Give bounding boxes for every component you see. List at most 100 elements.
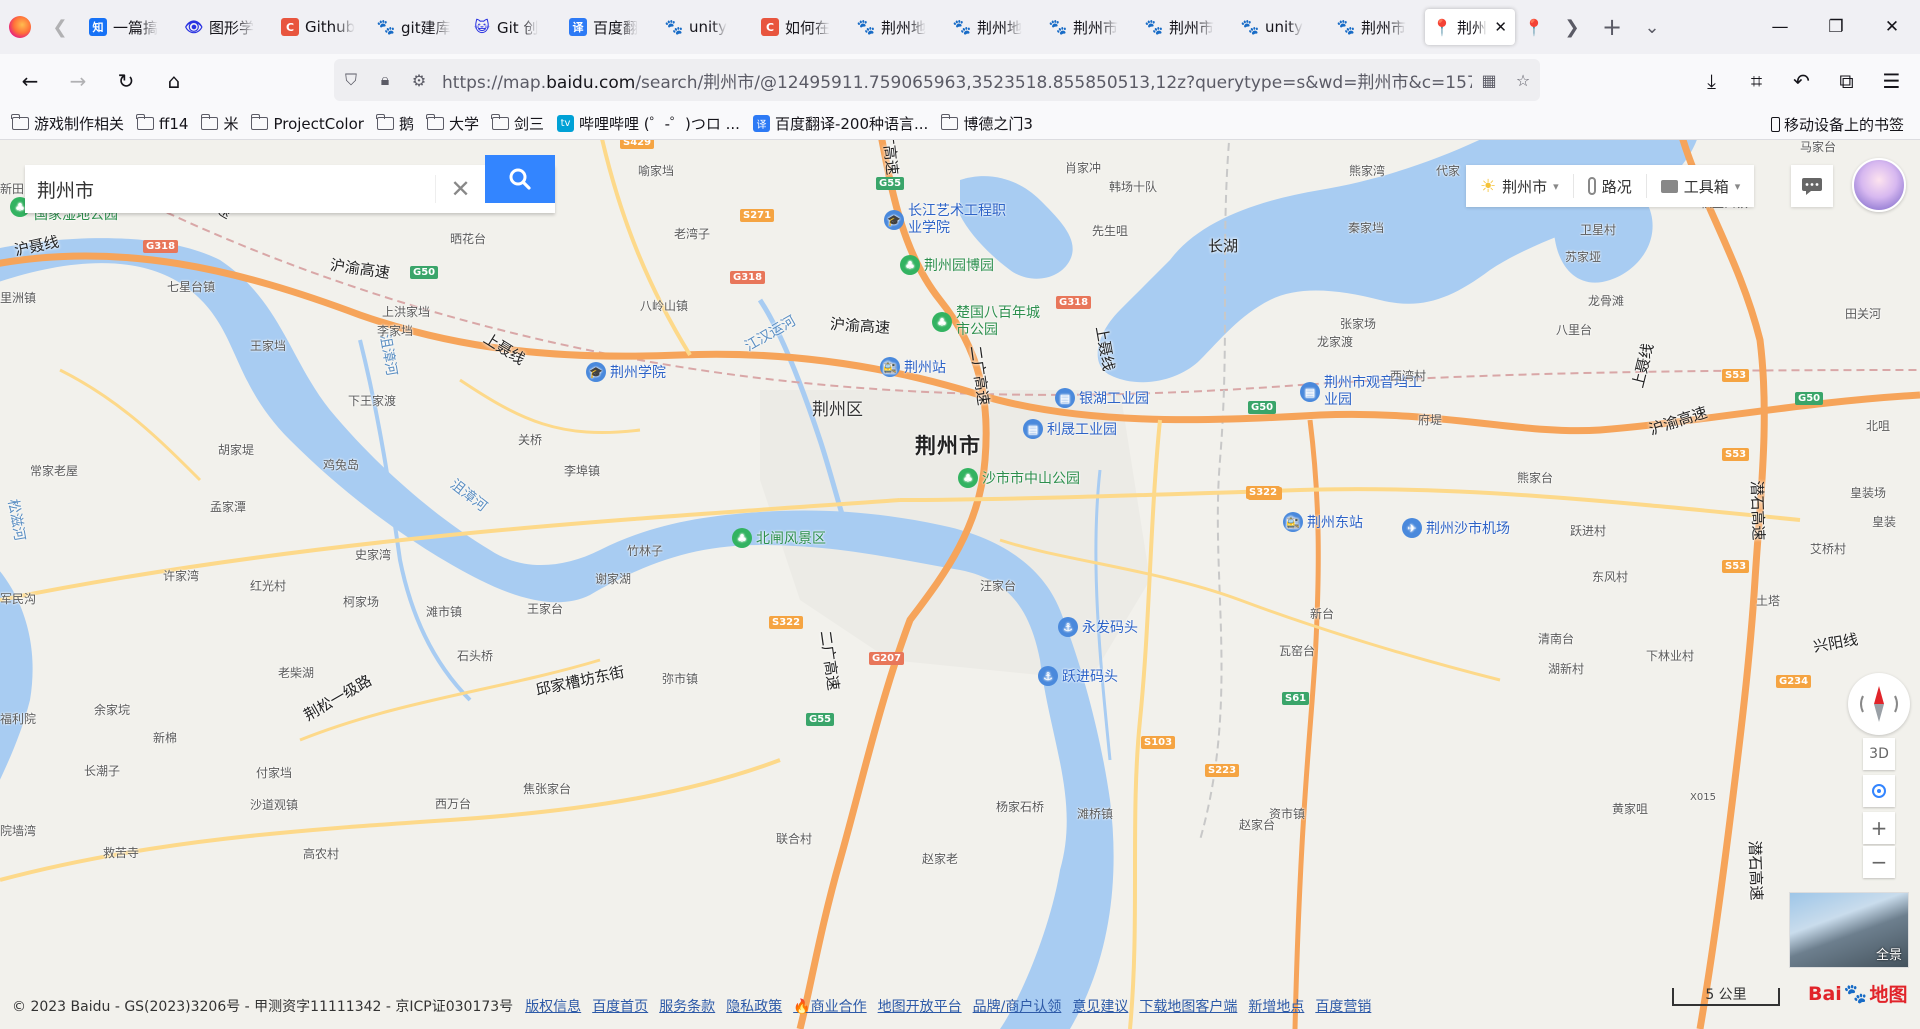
bookmark-3[interactable]: ProjectColor xyxy=(250,114,364,133)
tab-8[interactable]: 🐾 荆州地 xyxy=(849,9,943,45)
tab-6[interactable]: 🐾 unity xyxy=(657,9,751,45)
zoom-in-button[interactable]: + xyxy=(1863,812,1895,844)
toolbox-button[interactable]: 工具箱 ▾ xyxy=(1647,174,1755,198)
back-button[interactable]: ← xyxy=(8,59,52,103)
bookmark-8[interactable]: 译百度翻译-200种语言... xyxy=(752,113,928,134)
home-button[interactable]: ⌂ xyxy=(152,59,196,103)
bookmark-2[interactable]: 米 xyxy=(200,113,238,134)
tab-4[interactable]: 😺 Git 创 xyxy=(465,9,559,45)
url-bar[interactable]: ⛉ 🔒︎ ⚙ https://map.baidu.com/search/荆州市/… xyxy=(334,59,1540,101)
footer-link-8[interactable]: 下载地图客户端 xyxy=(1139,996,1237,1016)
list-tabs-icon[interactable]: ⌄ xyxy=(1632,0,1672,54)
footer-link-5[interactable]: 地图开放平台 xyxy=(878,996,962,1016)
restore-button[interactable]: ❐ xyxy=(1808,0,1864,54)
footer-link-1[interactable]: 百度首页 xyxy=(592,996,648,1016)
qr-code-icon[interactable]: ▦ xyxy=(1472,71,1506,90)
message-button[interactable] xyxy=(1791,165,1833,207)
poi-blue-8[interactable]: ⚓ 永发码头 xyxy=(1058,617,1138,637)
poi-green-3[interactable]: ♣ 沙市市中山公园 xyxy=(958,468,1080,488)
bookmark-star-icon[interactable]: ☆ xyxy=(1506,71,1540,90)
bookmark-5[interactable]: 大学 xyxy=(426,113,479,134)
footer-link-4[interactable]: 🔥商业合作 xyxy=(793,996,866,1016)
search-button[interactable] xyxy=(485,155,555,203)
tab-1[interactable]: 👁 图形学 xyxy=(177,9,271,45)
footer-link-0[interactable]: 版权信息 xyxy=(525,996,581,1016)
screenshot-crop-icon[interactable]: ⌗ xyxy=(1734,59,1779,103)
footer-link-7[interactable]: 意见建议 xyxy=(1072,996,1128,1016)
tab-13[interactable]: 🐾 荆州市 xyxy=(1329,9,1423,45)
menu-hamburger-icon[interactable]: ☰ xyxy=(1869,59,1914,103)
footer-link-6[interactable]: 品牌/商户认领 xyxy=(973,996,1062,1016)
poi-green-4[interactable]: ♣ 北闸风景区 xyxy=(732,528,826,548)
bookmark-4[interactable]: 鹅 xyxy=(376,113,414,134)
close-tab-icon[interactable]: ✕ xyxy=(1494,18,1507,36)
mobile-bookmarks[interactable]: 移动设备上的书签 xyxy=(1770,108,1904,140)
clear-search-icon[interactable]: ✕ xyxy=(435,175,485,203)
firefox-menu-icon[interactable] xyxy=(0,0,40,54)
tab-label: Github xyxy=(305,18,356,36)
footer-link-10[interactable]: 百度营销 xyxy=(1315,996,1371,1016)
bookmark-7[interactable]: tv 哔哩哔哩 (゜-゜)つロ ... xyxy=(556,113,740,134)
tab-scroll-left-icon[interactable]: ❮ xyxy=(40,0,80,54)
poi-blue-1[interactable]: 🎓 荆州学院 xyxy=(586,362,666,382)
permissions-icon[interactable]: ⚙ xyxy=(402,71,436,90)
bookmark-0[interactable]: 游戏制作相关 xyxy=(11,113,124,134)
new-tab-button[interactable]: + xyxy=(1592,0,1632,54)
tracking-protection-shield-icon[interactable]: ⛉ xyxy=(334,70,368,90)
poi-green-2[interactable]: ♣ 楚国八百年城市公园 xyxy=(932,305,1052,339)
poi-blue-6[interactable]: 🚉 荆州东站 xyxy=(1283,512,1363,532)
tab-scroll-right-icon[interactable]: ❯ xyxy=(1552,0,1592,54)
tab-active[interactable]: 📍 荆州 ✕ xyxy=(1425,9,1515,45)
footer-link-9[interactable]: 新增地点 xyxy=(1248,996,1304,1016)
bookmark-1[interactable]: ff14 xyxy=(136,114,188,133)
bookmark-9[interactable]: 博德之门3 xyxy=(940,113,1033,134)
tab-favicon-icon: 🐾 xyxy=(1048,18,1068,36)
3d-toggle-button[interactable]: 3D xyxy=(1863,738,1895,770)
road-shield-label: S103 xyxy=(1141,736,1176,749)
poi-blue-2[interactable]: 🚉 荆州站 xyxy=(880,357,946,377)
panorama-thumbnail[interactable]: 全景 xyxy=(1789,892,1909,968)
close-window-button[interactable]: ✕ xyxy=(1864,0,1920,54)
road-shield-label: G55 xyxy=(806,713,835,726)
poi-blue-7[interactable]: ✈ 荆州沙市机场 xyxy=(1402,518,1510,538)
zoom-out-button[interactable]: − xyxy=(1863,846,1895,878)
bookmark-6[interactable]: 剑三 xyxy=(491,113,544,134)
tab-7[interactable]: C 如何在 xyxy=(753,9,847,45)
tab-10[interactable]: 🐾 荆州市 xyxy=(1041,9,1135,45)
poi-marker-icon: ▤ xyxy=(1300,382,1320,402)
tab-5[interactable]: 译百度翻 xyxy=(561,9,655,45)
tab-11[interactable]: 🐾 荆州市 xyxy=(1137,9,1231,45)
minimize-button[interactable]: — xyxy=(1752,0,1808,54)
footer-link-2[interactable]: 服务条款 xyxy=(659,996,715,1016)
tab-3[interactable]: 🐾 git建库 xyxy=(369,9,463,45)
traffic-light-icon xyxy=(1587,177,1596,195)
tab-9[interactable]: 🐾 荆州地 xyxy=(945,9,1039,45)
tab-2[interactable]: C Github xyxy=(273,9,367,45)
map-canvas[interactable]: 荆州市荆州区沪渝高速沪渝高速沪渝高速沪渝高速沪聂线上聂线上聂线上聂线二广高速二广… xyxy=(0,140,1920,1029)
poi-green-1[interactable]: ♣ 荆州园博园 xyxy=(900,255,994,275)
traffic-button[interactable]: 路况 xyxy=(1574,174,1647,198)
poi-marker-icon: 🚉 xyxy=(1283,512,1303,532)
extensions-icon[interactable]: ⧉ xyxy=(1824,59,1869,103)
reload-button[interactable]: ↻ xyxy=(104,59,148,103)
url-text[interactable]: https://map.baidu.com/search/荆州市/@124959… xyxy=(436,68,1472,93)
user-avatar[interactable] xyxy=(1852,158,1906,212)
map-search-input[interactable] xyxy=(25,165,435,213)
poi-blue-0[interactable]: 🎓 长江艺术工程职业学院 xyxy=(884,203,1008,237)
locate-button[interactable] xyxy=(1863,775,1895,807)
footer-link-3[interactable]: 隐私政策 xyxy=(726,996,782,1016)
lock-icon[interactable]: 🔒︎ xyxy=(368,70,402,90)
undo-icon[interactable]: ↶ xyxy=(1779,59,1824,103)
tab-0[interactable]: 知一篇搞 xyxy=(81,9,175,45)
poi-blue-9[interactable]: ⚓ 跃进码头 xyxy=(1038,666,1118,686)
forward-button[interactable]: → xyxy=(56,59,100,103)
poi-blue-4[interactable]: ▤ 利晟工业园 xyxy=(1023,419,1117,439)
tab-pinned[interactable]: 📍 xyxy=(1517,9,1551,45)
downloads-icon[interactable]: ⤓ xyxy=(1689,59,1734,103)
poi-blue-3[interactable]: ▤ 银湖工业园 xyxy=(1055,388,1149,408)
tab-12[interactable]: 🐾 unity xyxy=(1233,9,1327,45)
park-marker-icon: ♣ xyxy=(932,312,952,332)
compass-control[interactable] xyxy=(1848,673,1910,735)
poi-label: 长江艺术工程职业学院 xyxy=(908,203,1006,236)
city-switch-button[interactable]: ☀ 荆州市 ▾ xyxy=(1466,174,1574,198)
